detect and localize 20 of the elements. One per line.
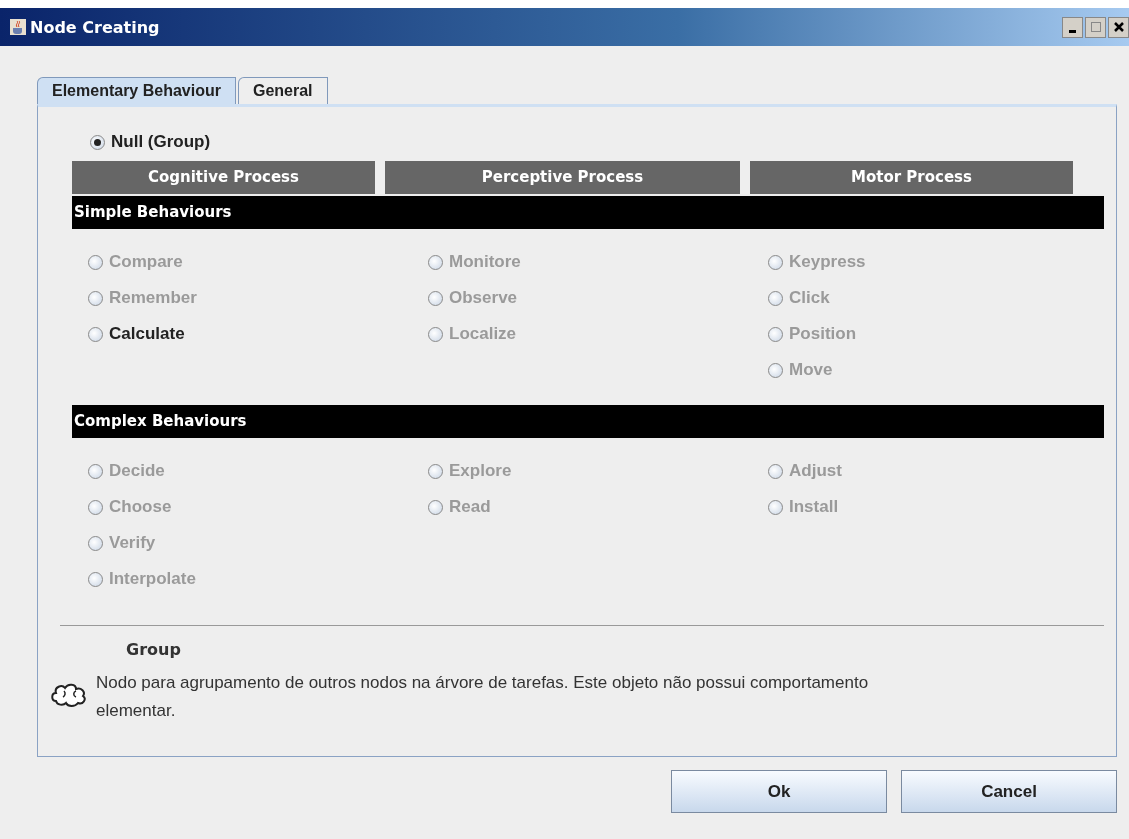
section-header: Complex Behaviours (72, 405, 1104, 438)
column-header: Perceptive Process (385, 161, 740, 194)
minimize-button[interactable] (1062, 16, 1083, 38)
description-text: Nodo para agrupamento de outros nodos na árvore de tarefas. Este objeto não possui comportamento elementar. (96, 672, 870, 722)
minimize-icon (1069, 29, 1076, 33)
section-header: Simple Behaviours (72, 196, 1104, 229)
ok-button[interactable]: Ok (671, 770, 887, 813)
maximize-icon (1089, 21, 1102, 33)
column-header: Motor Process (750, 161, 1073, 194)
window-title: Node Creating (30, 17, 160, 37)
close-icon (1112, 21, 1125, 33)
column-header: Cognitive Process (72, 161, 375, 194)
radio-button[interactable]: Null (Group) (90, 127, 1104, 157)
radio-button[interactable]: Calculate (88, 316, 428, 352)
description-title: Group (126, 640, 182, 659)
close-button[interactable] (1108, 16, 1129, 38)
tab[interactable]: General (237, 77, 328, 104)
cup-icon (10, 19, 26, 35)
cancel-button[interactable]: Cancel (901, 770, 1117, 813)
tab[interactable]: Elementary Behaviour (37, 77, 236, 104)
